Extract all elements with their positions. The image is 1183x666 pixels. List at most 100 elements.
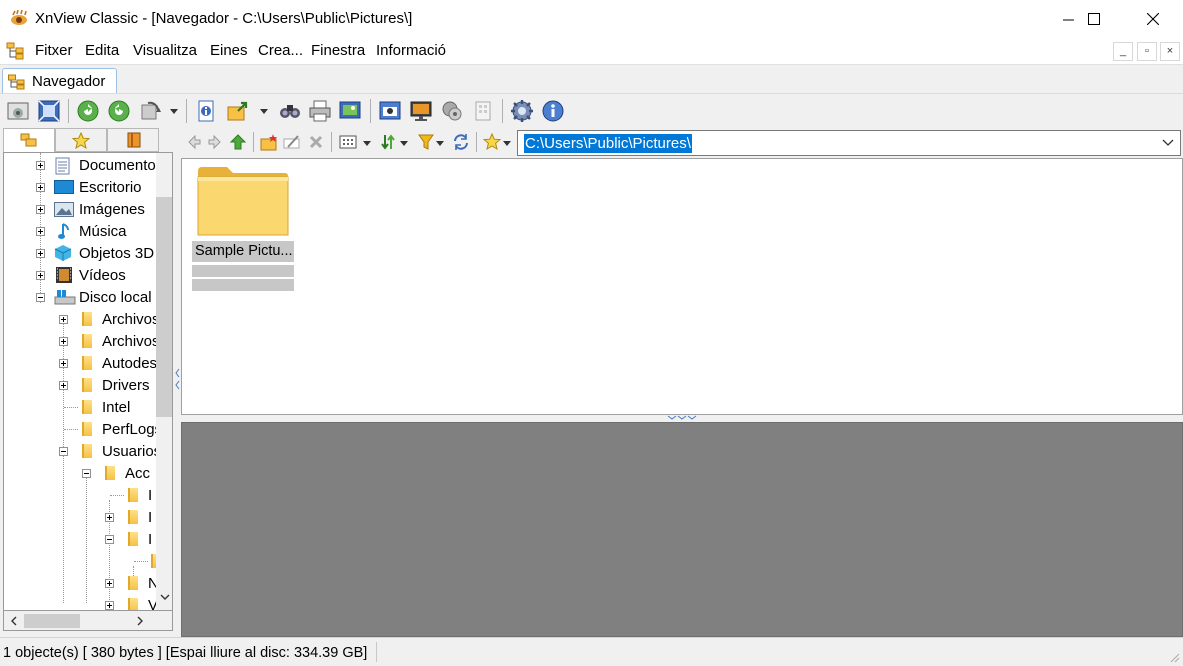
expand-toggle[interactable] — [36, 271, 45, 280]
scroll-right-icon[interactable] — [136, 616, 144, 626]
tree-item-objetos-3d[interactable]: Objetos 3D — [4, 242, 154, 264]
tree-item-sub-2[interactable]: I — [4, 506, 154, 528]
filter-dropdown-icon[interactable] — [436, 141, 444, 146]
navigator-menu-icon[interactable] — [6, 41, 28, 61]
favorites-add-icon[interactable] — [483, 133, 501, 151]
scrollbar-thumb[interactable] — [24, 614, 80, 628]
menu-edita[interactable]: Edita — [85, 42, 119, 59]
export-dropdown-icon[interactable] — [260, 109, 268, 114]
view-mode-icon[interactable] — [339, 133, 357, 151]
tree-item-autodesk[interactable]: Autodesk — [4, 352, 165, 374]
tree-item-drivers[interactable]: Drivers — [4, 374, 154, 396]
grid-icon[interactable] — [471, 99, 495, 123]
tree-item-videos[interactable]: Vídeos — [4, 264, 154, 286]
fullscreen-view-icon[interactable] — [6, 99, 30, 123]
tree-item-sub-3[interactable]: I — [4, 528, 154, 550]
print-icon[interactable] — [308, 99, 332, 123]
thumbnail-item[interactable]: Sample Pictu... — [192, 165, 294, 291]
menu-crea[interactable]: Crea... — [258, 42, 303, 59]
expand-toggle[interactable] — [59, 381, 68, 390]
expand-toggle[interactable] — [36, 183, 45, 192]
expand-toggle[interactable] — [36, 205, 45, 214]
expand-toggle[interactable] — [36, 227, 45, 236]
batch-icon[interactable] — [440, 99, 464, 123]
scrollbar-thumb[interactable] — [156, 197, 172, 417]
sort-dropdown-icon[interactable] — [400, 141, 408, 146]
close-button[interactable] — [1130, 0, 1176, 38]
collapse-toggle[interactable] — [36, 293, 45, 302]
tree-item-acc[interactable]: Acc — [4, 462, 154, 484]
file-info-icon[interactable] — [194, 99, 218, 123]
scroll-down-icon[interactable] — [160, 593, 170, 601]
mdi-close-button[interactable]: × — [1160, 42, 1180, 61]
chevron-down-icon[interactable] — [1162, 139, 1174, 147]
tree-item-sub-5[interactable]: V — [4, 594, 158, 610]
tree-item-perflogs[interactable]: PerfLogs — [4, 418, 162, 440]
tab-navegador[interactable]: Navegador — [2, 68, 117, 95]
export-icon[interactable] — [226, 99, 250, 123]
new-folder-icon[interactable] — [260, 133, 278, 151]
screenshot-icon[interactable] — [378, 99, 402, 123]
rotate-dropdown-icon[interactable] — [170, 109, 178, 114]
scroll-left-icon[interactable] — [10, 616, 18, 626]
tree-item-archivos-1[interactable]: Archivos — [4, 308, 160, 330]
expand-toggle[interactable] — [59, 315, 68, 324]
tab-folders[interactable] — [3, 128, 55, 152]
sort-icon[interactable] — [379, 133, 397, 151]
expand-toggle[interactable] — [36, 161, 45, 170]
expand-toggle[interactable] — [105, 513, 114, 522]
expand-toggle[interactable] — [105, 601, 114, 610]
tree-item-sub-3-child[interactable] — [4, 550, 161, 572]
tree-item-musica[interactable]: Música — [4, 220, 154, 242]
fit-screen-icon[interactable] — [37, 99, 61, 123]
thumbnail-view[interactable]: Sample Pictu... — [181, 158, 1183, 415]
tree-item-sub-4[interactable]: N — [4, 572, 159, 594]
mdi-restore-button[interactable]: ▫ — [1137, 42, 1157, 61]
collapse-toggle[interactable] — [82, 469, 91, 478]
expand-toggle[interactable] — [36, 249, 45, 258]
expand-toggle[interactable] — [59, 337, 68, 346]
menu-eines[interactable]: Eines — [210, 42, 248, 59]
collapse-toggle[interactable] — [105, 535, 114, 544]
menu-finestra[interactable]: Finestra — [311, 42, 365, 59]
back-icon[interactable] — [185, 133, 203, 151]
tree-item-escritorio[interactable]: Escritorio — [4, 176, 154, 198]
tree-item-sub-1[interactable]: I — [4, 484, 154, 506]
expand-toggle[interactable] — [105, 579, 114, 588]
tab-favorites[interactable] — [55, 128, 107, 152]
tree-horizontal-scrollbar[interactable] — [3, 611, 173, 631]
delete-icon[interactable] — [307, 133, 325, 151]
tree-item-imagenes[interactable]: Imágenes — [4, 198, 154, 220]
find-icon[interactable] — [278, 99, 302, 123]
wallpaper-icon[interactable] — [409, 99, 433, 123]
settings-icon[interactable] — [510, 99, 534, 123]
forward-icon[interactable] — [206, 133, 224, 151]
refresh-alt-icon[interactable] — [107, 99, 131, 123]
tree-item-usuarios[interactable]: Usuarios — [4, 440, 161, 462]
expand-toggle[interactable] — [59, 359, 68, 368]
menu-fitxer[interactable]: Fitxer — [35, 42, 73, 59]
refresh-icon[interactable] — [76, 99, 100, 123]
filter-icon[interactable] — [417, 133, 435, 151]
collapse-toggle[interactable] — [59, 447, 68, 456]
rotate-icon[interactable] — [138, 99, 162, 123]
preview-splitter[interactable] — [181, 415, 1183, 422]
mdi-minimize-button[interactable]: _ — [1113, 42, 1133, 61]
sync-icon[interactable] — [452, 133, 470, 151]
tree-item-documentos[interactable]: Documentos — [4, 154, 163, 176]
view-mode-dropdown-icon[interactable] — [363, 141, 371, 146]
menu-visualitza[interactable]: Visualitza — [133, 42, 197, 59]
folder-tree[interactable]: Documentos Escritorio Imágenes Música Ob… — [3, 152, 173, 611]
maximize-button[interactable] — [1071, 0, 1117, 38]
rename-icon[interactable] — [283, 133, 301, 151]
tree-item-disco-local[interactable]: Disco local — [4, 286, 154, 308]
path-combobox[interactable]: C:\Users\Public\Pictures\ — [517, 130, 1181, 156]
path-text[interactable]: C:\Users\Public\Pictures\ — [524, 134, 692, 153]
about-icon[interactable] — [541, 99, 565, 123]
tab-catalog[interactable] — [107, 128, 159, 152]
parent-folder-icon[interactable] — [229, 133, 247, 151]
slideshow-icon[interactable] — [338, 99, 362, 123]
menu-informacio[interactable]: Informació — [376, 42, 446, 59]
tree-item-intel[interactable]: Intel — [4, 396, 154, 418]
pane-splitter[interactable] — [175, 127, 180, 637]
